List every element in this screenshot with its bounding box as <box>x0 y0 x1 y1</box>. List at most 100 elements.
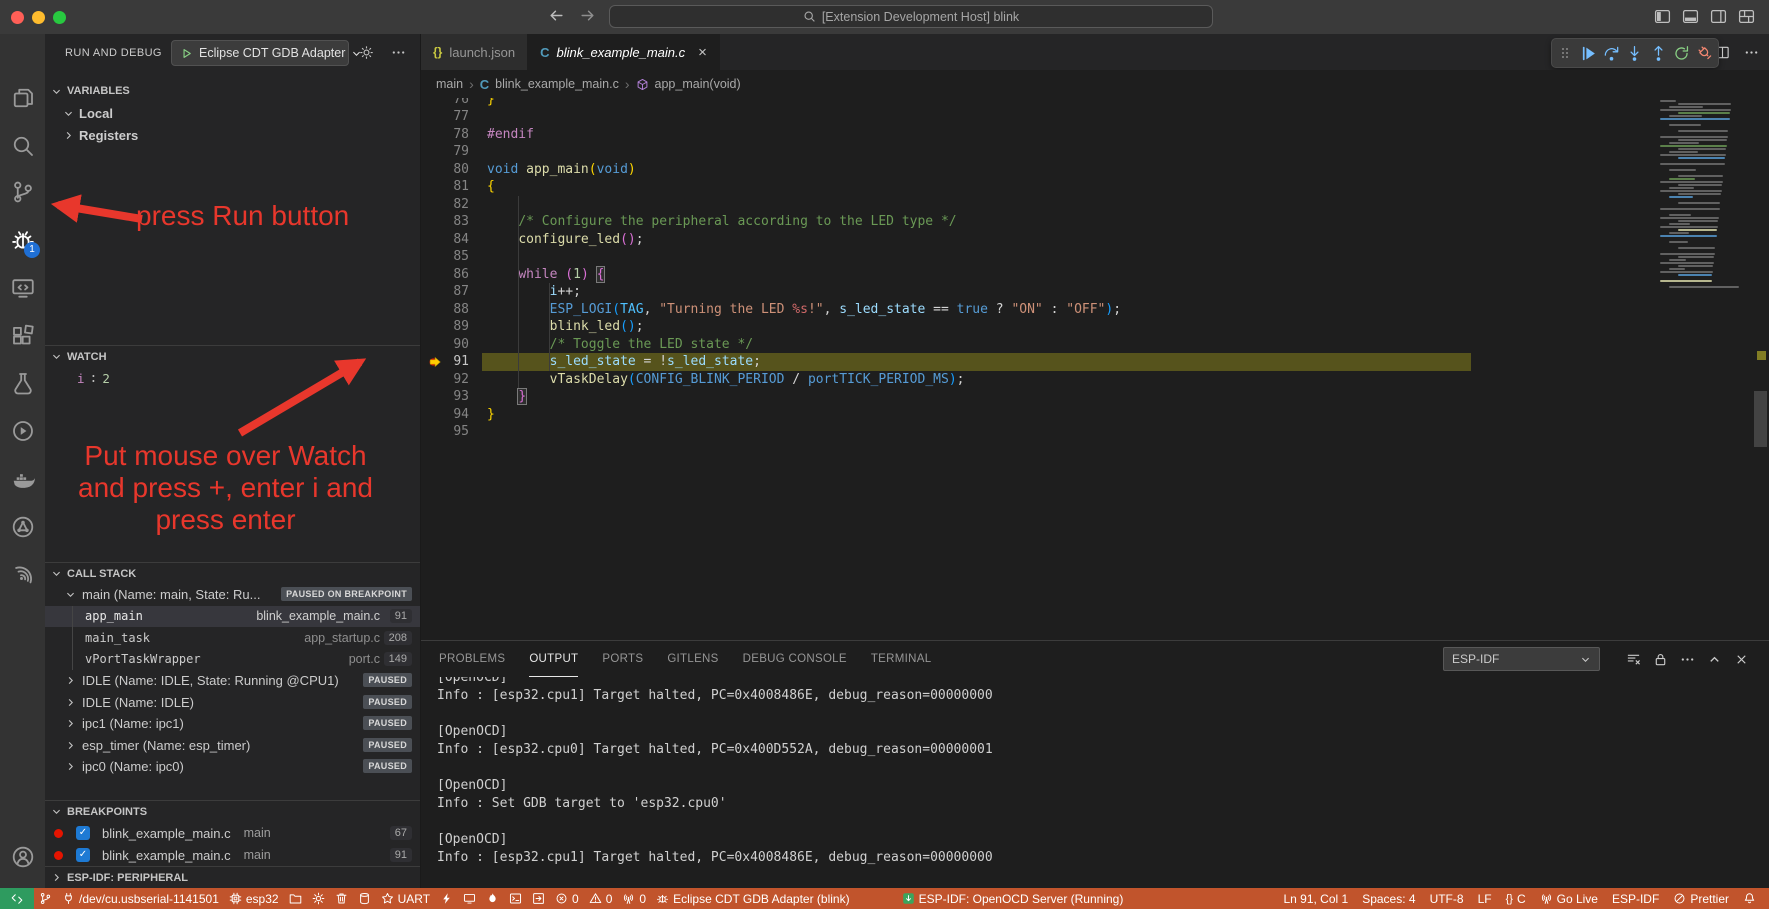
maximize-panel-icon[interactable] <box>1707 652 1722 667</box>
statusbar-encoding[interactable]: UTF-8 <box>1423 888 1471 909</box>
start-debug-icon[interactable] <box>180 47 193 60</box>
section-breakpoints[interactable]: BREAKPOINTS <box>45 800 420 822</box>
output-log[interactable]: [OpenOCD]Info : [esp32.cpu1] Target halt… <box>421 677 1769 888</box>
line-number[interactable]: 88 <box>421 301 469 319</box>
code-line[interactable]: 78#endif <box>421 126 1769 144</box>
panel-more-actions-icon[interactable] <box>1680 652 1695 667</box>
breadcrumb-file[interactable]: blink_example_main.c <box>495 77 619 91</box>
minimize-window-button[interactable] <box>32 11 45 24</box>
layout-customize-button[interactable] <box>1738 8 1755 25</box>
panel-tab-terminal[interactable]: TERMINAL <box>871 641 932 677</box>
panel-tab-debug-console[interactable]: DEBUG CONSOLE <box>743 641 847 677</box>
line-number[interactable]: 76 <box>421 98 469 108</box>
continue-button[interactable] <box>1579 43 1596 63</box>
code-line[interactable]: 88 ESP_LOGI(TAG, "Turning the LED %s!", … <box>421 301 1769 319</box>
code-line[interactable]: 90 /* Toggle the LED state */ <box>421 336 1769 354</box>
statusbar-prettier[interactable]: Prettier <box>1666 888 1736 909</box>
line-number[interactable]: 77 <box>421 108 469 126</box>
tab-launch-json[interactable]: {} launch.json <box>421 34 528 70</box>
line-number[interactable]: 78 <box>421 126 469 144</box>
step-into-button[interactable] <box>1626 43 1643 63</box>
activity-testing[interactable] <box>0 363 45 403</box>
views-more-actions-icon[interactable] <box>391 45 406 60</box>
statusbar-eol[interactable]: LF <box>1471 888 1499 909</box>
close-panel-icon[interactable] <box>1734 652 1749 667</box>
output-channel-select[interactable]: ESP-IDF <box>1443 647 1600 671</box>
line-number[interactable]: 81 <box>421 178 469 196</box>
line-number[interactable]: 79 <box>421 143 469 161</box>
call-stack-thread[interactable]: ipc1 (Name: ipc1)PAUSED <box>45 713 420 735</box>
code-editor[interactable]: 76}7778#endif7980void app_main(void)81{8… <box>421 98 1769 640</box>
minimap[interactable] <box>1654 98 1746 640</box>
layout-sidebar-left-button[interactable] <box>1654 8 1671 25</box>
variables-scope-registers[interactable]: Registers <box>45 124 420 146</box>
statusbar-build-flash-monitor[interactable] <box>481 888 504 909</box>
line-number[interactable]: 95 <box>421 423 469 441</box>
layout-sidebar-right-button[interactable] <box>1710 8 1727 25</box>
close-window-button[interactable] <box>11 11 24 24</box>
statusbar-go-live[interactable]: Go Live <box>1533 888 1605 909</box>
call-stack-thread[interactable]: ipc0 (Name: ipc0)PAUSED <box>45 756 420 778</box>
line-number[interactable]: 89 <box>421 318 469 336</box>
code-line[interactable]: 89 blink_led(); <box>421 318 1769 336</box>
statusbar-language-mode[interactable]: {}C <box>1499 888 1533 909</box>
command-center-search[interactable]: [Extension Development Host] blink <box>609 5 1213 28</box>
call-stack-thread[interactable]: esp_timer (Name: esp_timer)PAUSED <box>45 735 420 757</box>
zoom-window-button[interactable] <box>53 11 66 24</box>
line-number[interactable]: 85 <box>421 248 469 266</box>
editor-more-actions-icon[interactable] <box>1744 45 1759 60</box>
statusbar-flash[interactable] <box>435 888 458 909</box>
line-number[interactable]: 87 <box>421 283 469 301</box>
launch-config-dropdown[interactable]: Eclipse CDT GDB Adapter <box>171 40 349 66</box>
section-esp-idf-peripheral[interactable]: ESP-IDF: PERIPHERAL <box>45 866 420 888</box>
clear-output-icon[interactable] <box>1626 652 1641 667</box>
code-line[interactable]: 85 <box>421 248 1769 266</box>
code-line[interactable]: 80void app_main(void) <box>421 161 1769 179</box>
code-line[interactable]: 86 while (1) { <box>421 266 1769 284</box>
statusbar-cursor-position[interactable]: Ln 91, Col 1 <box>1276 888 1355 909</box>
activity-search[interactable] <box>0 126 45 166</box>
code-line[interactable]: 91 s_led_state = !s_led_state; <box>421 353 1769 371</box>
code-line[interactable]: 76} <box>421 98 1769 108</box>
breadcrumb-folder[interactable]: main <box>436 77 463 91</box>
nav-back-icon[interactable] <box>548 7 565 24</box>
panel-tab-gitlens[interactable]: GITLENS <box>667 641 718 677</box>
line-number[interactable]: 91 <box>421 353 469 371</box>
line-number[interactable]: 84 <box>421 231 469 249</box>
line-number[interactable]: 92 <box>421 371 469 389</box>
call-stack-frame-vPortTaskWrapper[interactable]: vPortTaskWrapperport.c149 <box>45 649 420 671</box>
statusbar-project-folder[interactable] <box>284 888 307 909</box>
breadcrumb-symbol[interactable]: app_main(void) <box>655 77 741 91</box>
nav-forward-icon[interactable] <box>579 7 596 24</box>
toolbar-drag-gripper[interactable] <box>1556 43 1573 63</box>
panel-tab-output[interactable]: OUTPUT <box>529 641 578 677</box>
disconnect-button[interactable] <box>1697 43 1714 63</box>
statusbar-git-branch[interactable] <box>34 888 57 909</box>
statusbar-warnings[interactable]: 0 <box>584 888 618 909</box>
editor-scrollbar[interactable] <box>1754 391 1767 447</box>
statusbar-indentation[interactable]: Spaces: 4 <box>1355 888 1422 909</box>
code-line[interactable]: 83 /* Configure the peripheral according… <box>421 213 1769 231</box>
call-stack-thread[interactable]: IDLE (Name: IDLE, State: Running @CPU1)P… <box>45 670 420 692</box>
statusbar-open-idf[interactable] <box>527 888 550 909</box>
code-line[interactable]: 82 <box>421 196 1769 214</box>
line-number[interactable]: 90 <box>421 336 469 354</box>
watch-expression[interactable]: i:2 <box>45 367 420 389</box>
line-number[interactable]: 82 <box>421 196 469 214</box>
step-over-button[interactable] <box>1603 43 1620 63</box>
section-call-stack[interactable]: CALL STACK <box>45 562 420 584</box>
section-variables[interactable]: VARIABLES <box>45 80 420 102</box>
panel-tab-ports[interactable]: PORTS <box>602 641 643 677</box>
activity-source-control[interactable] <box>0 172 45 212</box>
code-line[interactable]: 79 <box>421 143 1769 161</box>
section-watch[interactable]: WATCH <box>45 345 420 367</box>
statusbar-remote-indicator[interactable] <box>0 888 34 909</box>
tab-blink-example-main-c[interactable]: C blink_example_main.c × <box>528 34 720 70</box>
line-number[interactable]: 93 <box>421 388 469 406</box>
statusbar-monitor-device[interactable] <box>458 888 481 909</box>
statusbar-device-target[interactable]: esp32 <box>224 888 284 909</box>
call-stack-thread[interactable]: IDLE (Name: IDLE)PAUSED <box>45 692 420 714</box>
activity-graph[interactable] <box>0 507 45 547</box>
launch-settings-gear-icon[interactable] <box>359 45 374 60</box>
statusbar-errors[interactable]: 0 <box>550 888 584 909</box>
